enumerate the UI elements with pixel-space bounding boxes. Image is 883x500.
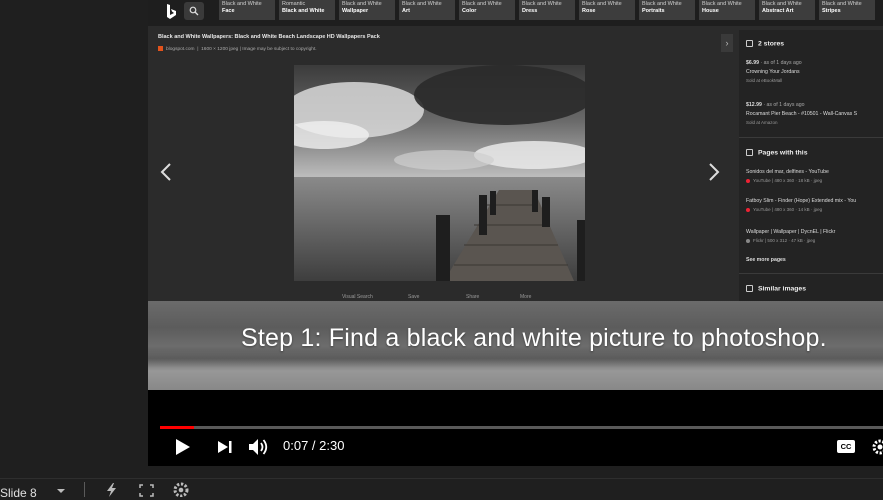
video-player[interactable]: Black and White Face Romantic Black and Whi… [148,0,883,466]
page1-meta: YouTube | 480 x 360 · 18 kB · jpeg [746,178,822,184]
image-icon [746,285,753,292]
next-arrow-icon[interactable] [706,158,722,186]
volume-icon[interactable] [248,437,270,457]
image-details-panel: 2 stores $6.99 · as of 1 days ago Crowni… [739,30,883,301]
store2-name[interactable]: Rocamant Pier Beach - #10501 - Wall-Canv… [746,111,857,117]
page3-meta: Flickr | 500 x 312 · 47 kB · jpeg [746,238,815,244]
chip-line-2: House [702,7,719,14]
related-search-chip[interactable]: Black and White Art [399,0,455,20]
related-search-chip[interactable]: Black and White Wallpaper [339,0,395,20]
related-search-chip[interactable]: Black and White Abstract Art [759,0,815,20]
chip-line-2: Face [222,7,235,14]
share-action[interactable]: Share [466,294,479,300]
toolbar-divider [84,482,85,497]
chip-line-2: Abstract Art [762,7,794,14]
youtube-icon [746,207,750,212]
related-search-chip[interactable]: Black and White Portraits [639,0,695,20]
related-search-chip[interactable]: Black and White Color [459,0,515,20]
store1-price-line: $6.99 · as of 1 days ago [746,60,802,66]
related-search-chip[interactable]: Black and White Dress [519,0,575,20]
left-gutter [0,0,148,478]
panel-divider [739,137,883,138]
related-search-chip[interactable]: Romantic Black and White [279,0,335,20]
captions-button[interactable]: CC [837,440,855,453]
black-white-pier-photo[interactable] [294,65,585,281]
progress-bar[interactable] [160,426,883,429]
chip-line-2: Color [462,7,477,14]
next-video-icon[interactable] [217,440,233,454]
panel-collapse-button[interactable]: › [721,34,733,52]
panel-divider [739,273,883,274]
progress-played [160,426,194,429]
store1-sold: Sold at eBookMall [746,78,783,83]
blogger-favicon-icon [158,46,163,51]
pages-icon [746,149,753,156]
bing-logo-icon [167,4,176,19]
flickr-icon [746,238,750,243]
chip-line-2: Portraits [642,7,665,14]
see-more-pages-link[interactable]: See more pages [746,257,786,263]
fullscreen-icon[interactable] [139,484,154,497]
chip-line-2: Dress [522,7,538,14]
related-search-chip[interactable]: Black and White Stripes [819,0,875,20]
related-search-chip[interactable]: Black and White Rose [579,0,635,20]
related-search-chip[interactable]: Black and White Face [219,0,275,20]
image-source[interactable]: blogspot.com [166,47,195,52]
youtube-icon [746,178,750,183]
page2-title[interactable]: Fatboy Slim - Finder (Hope) Extended mix… [746,198,856,204]
store2-price-line: $12.99 · as of 1 days ago [746,102,805,108]
page1-title[interactable]: Sonidos del mar, delfines - YouTube [746,169,829,175]
chip-line-2: Art [402,7,410,14]
bing-top-bar: Black and White Face Romantic Black and Whi… [148,0,883,26]
image-title[interactable]: Black and White Wallpapers: Black and Wh… [158,34,380,40]
page2-meta: YouTube | 480 x 360 · 14 kB · jpeg [746,207,822,213]
slide-dropdown-icon[interactable] [56,488,66,494]
store2-sold: Sold at Amazon [746,120,778,125]
chip-line-2: Stripes [822,7,841,14]
stores-heading: 2 stores [746,40,784,47]
chip-line-2: Rose [582,7,596,14]
image-actions: Visual Search Save Share More [338,292,558,301]
visual-search-action[interactable]: Visual Search [342,294,373,300]
previous-arrow-icon[interactable] [158,158,174,186]
slide-indicator: Slide 8 [0,486,37,500]
pages-heading: Pages with this [746,149,807,156]
settings-gear-icon[interactable] [870,437,883,457]
store1-name[interactable]: Crowning Your Jordans [746,69,800,75]
more-action[interactable]: More [520,294,531,300]
page3-title[interactable]: Wallpaper | Wallpaper | DycnEL | Flickr [746,229,835,235]
chip-line-2: Black and White [282,7,325,14]
time-display: 0:07 / 2:30 [283,438,345,453]
flash-icon[interactable] [104,483,120,497]
gear-icon[interactable] [171,481,191,497]
similar-images-heading: Similar images [746,285,806,292]
image-info: 1600 × 1200 jpeg | Image may be subject … [201,46,317,52]
related-search-chip[interactable]: Black and White House [699,0,755,20]
tutorial-caption: Step 1: Find a black and white picture t… [241,324,827,352]
tag-icon [746,40,753,47]
image-meta: blogspot.com | 1600 × 1200 jpeg | Image … [158,46,317,52]
search-icon [189,6,199,16]
bottom-toolbar [0,478,883,498]
save-action[interactable]: Save [408,294,419,300]
chip-line-2: Wallpaper [342,7,369,14]
search-button[interactable] [184,2,204,20]
play-icon[interactable] [174,437,192,457]
video-frame-bing-images: Black and White Face Romantic Black and Whi… [148,0,883,301]
